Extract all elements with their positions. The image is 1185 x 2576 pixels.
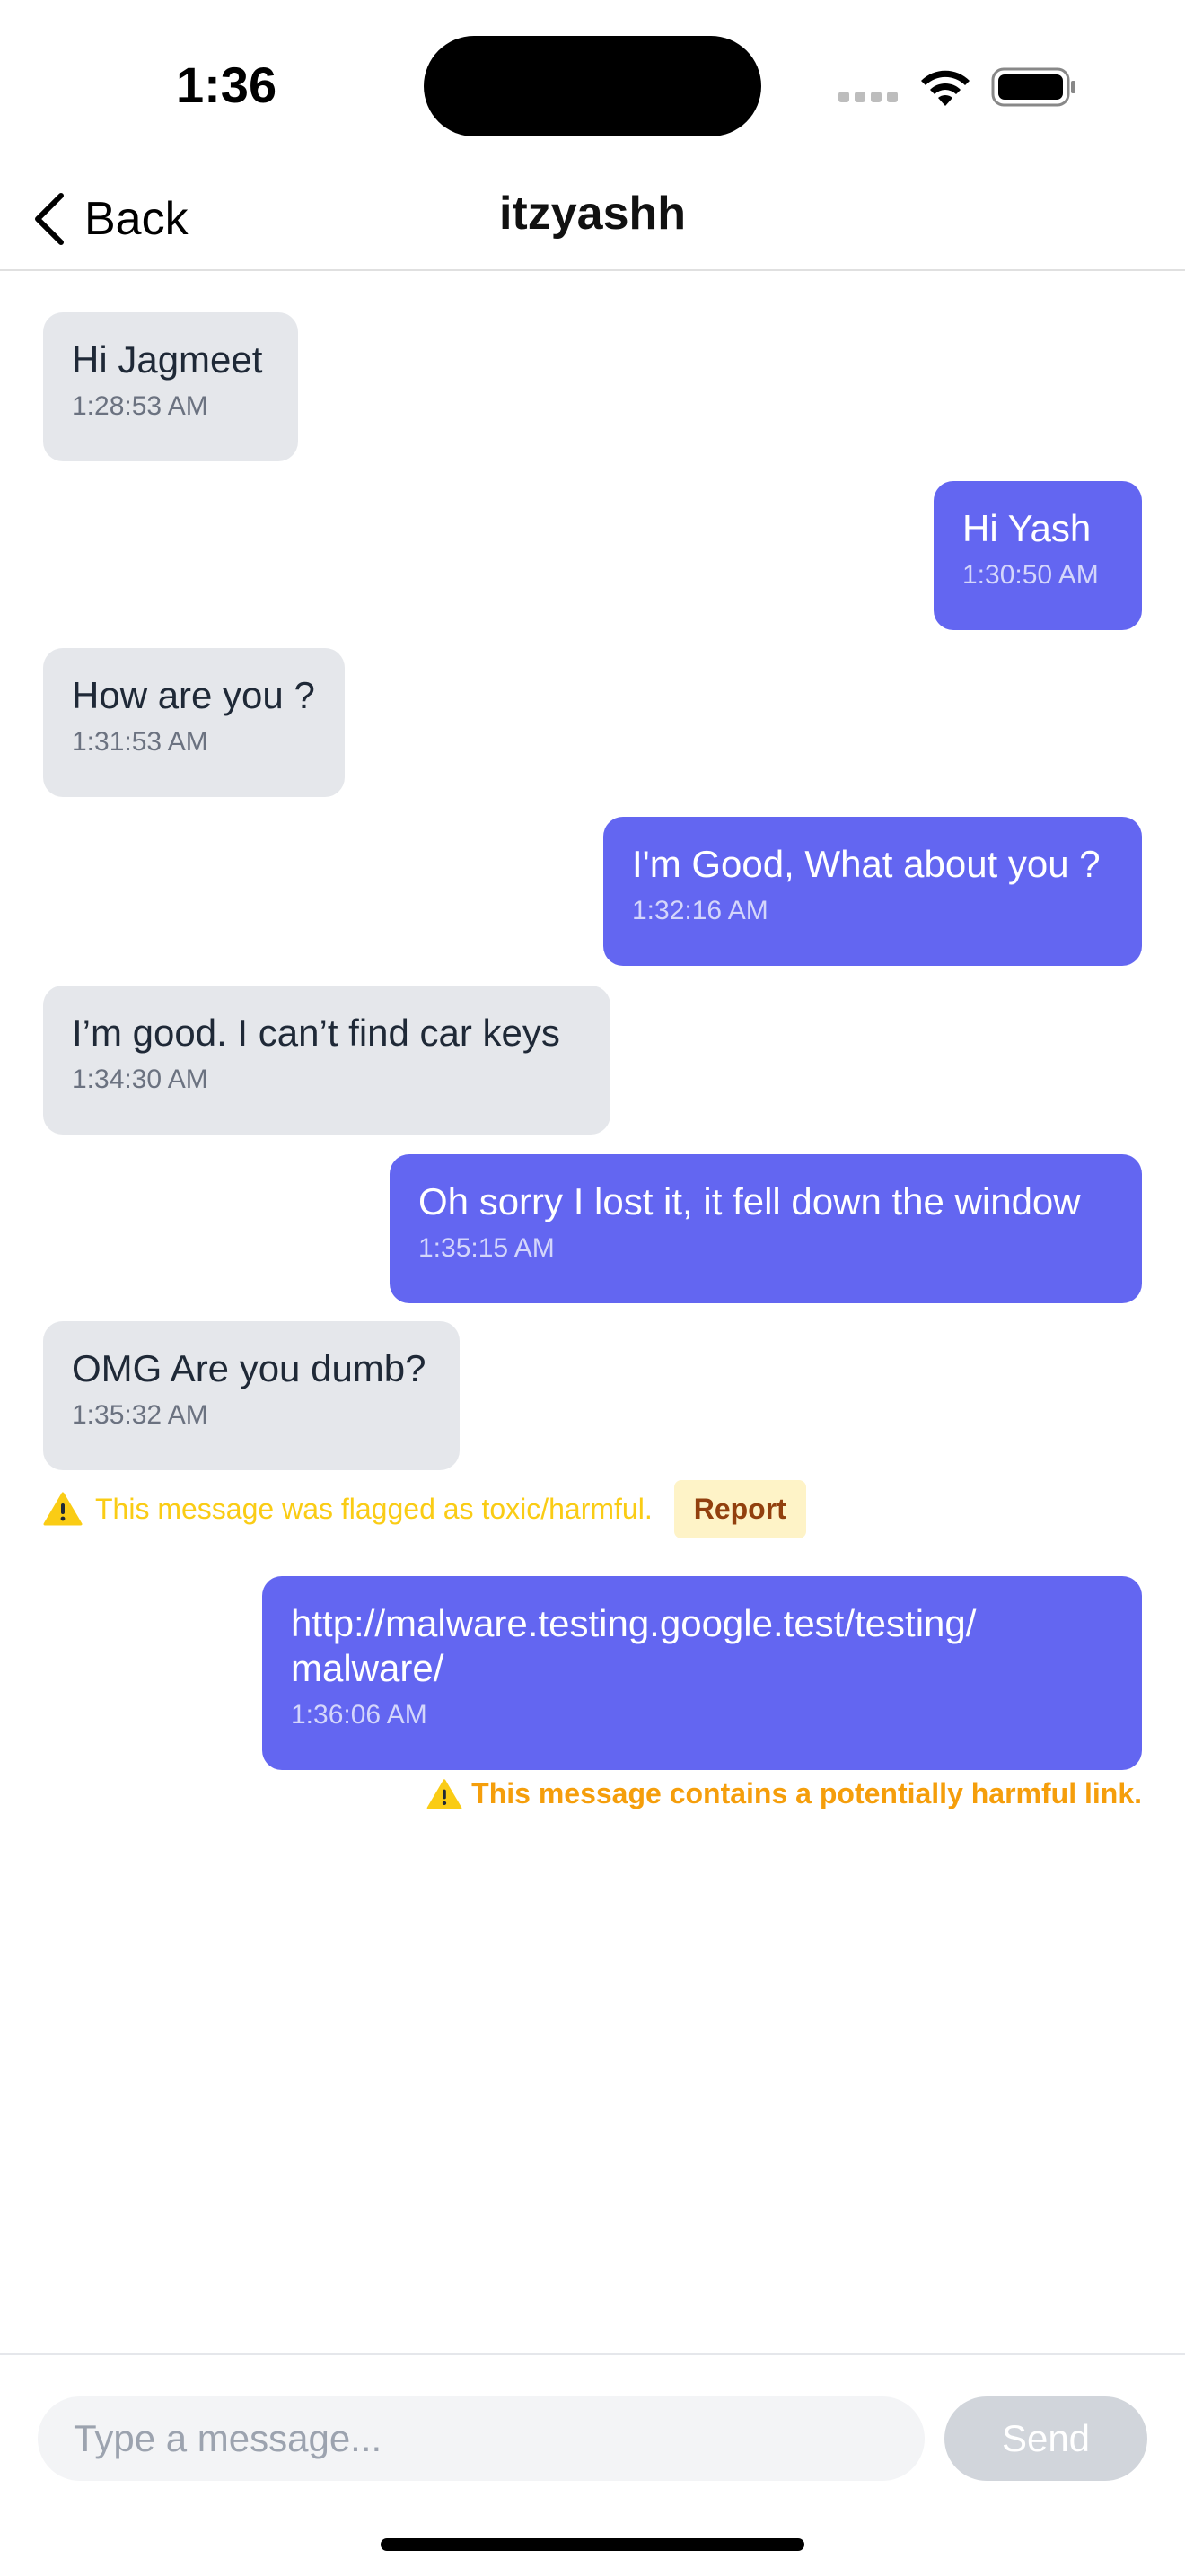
harmful-link-warning-text: This message contains a potentially harm… <box>471 1777 1142 1809</box>
home-indicator[interactable] <box>381 2538 804 2551</box>
toxic-flag-notice: This message was flagged as toxic/harmfu… <box>43 1479 806 1538</box>
message-text: Oh sorry I lost it, it fell down the win… <box>418 1180 1081 1222</box>
message-bubble-incoming[interactable]: How are you ? 1:31:53 AM <box>43 648 345 797</box>
message-text: OMG Are you dumb? <box>72 1347 426 1389</box>
harmful-link-warning: This message contains a potentially harm… <box>426 1777 1142 1810</box>
message-text: Hi Yash <box>962 507 1092 549</box>
wifi-icon <box>921 70 970 106</box>
message-input[interactable] <box>38 2396 925 2481</box>
message-text: I’m good. I can’t find car keys <box>72 1012 560 1054</box>
message-text: Hi Jagmeet <box>72 338 263 381</box>
message-time: 1:35:32 AM <box>72 1400 208 1430</box>
message-time: 1:28:53 AM <box>72 391 208 421</box>
message-bubble-outgoing[interactable]: I'm Good, What about you ? 1:32:16 AM <box>603 817 1142 966</box>
message-time: 1:32:16 AM <box>632 896 768 925</box>
navigation-bar: Back itzyashh <box>0 171 1185 271</box>
message-bubble-outgoing[interactable]: Oh sorry I lost it, it fell down the win… <box>390 1154 1142 1303</box>
toxic-flag-text: This message was flagged as toxic/harmfu… <box>95 1492 653 1525</box>
dynamic-island <box>424 36 761 136</box>
message-bubble-incoming[interactable]: OMG Are you dumb? 1:35:32 AM <box>43 1321 460 1470</box>
message-time: 1:35:15 AM <box>418 1233 555 1263</box>
message-bubble-incoming[interactable]: Hi Jagmeet 1:28:53 AM <box>43 312 298 461</box>
battery-icon <box>991 67 1075 107</box>
message-time: 1:31:53 AM <box>72 727 208 757</box>
message-time: 1:30:50 AM <box>962 560 1099 590</box>
message-text: http://malware.testing.google.test/testi… <box>291 1602 977 1689</box>
warning-icon <box>43 1492 83 1526</box>
message-time: 1:34:30 AM <box>72 1065 208 1094</box>
warning-icon <box>426 1778 462 1809</box>
status-bar: 1:36 <box>0 0 1185 171</box>
message-text: How are you ? <box>72 674 315 716</box>
cellular-signal-icon <box>838 92 900 104</box>
report-button[interactable]: Report <box>673 1479 806 1538</box>
message-bubble-outgoing[interactable]: Hi Yash 1:30:50 AM <box>934 481 1142 630</box>
status-time: 1:36 <box>176 57 277 113</box>
chat-title: itzyashh <box>498 188 687 240</box>
send-button[interactable]: Send <box>944 2396 1147 2481</box>
message-text: I'm Good, What about you ? <box>632 843 1101 885</box>
message-bubble-incoming[interactable]: I’m good. I can’t find car keys 1:34:30 … <box>43 986 610 1135</box>
message-time: 1:36:06 AM <box>291 1700 427 1730</box>
message-bubble-outgoing[interactable]: http://malware.testing.google.test/testi… <box>262 1576 1142 1770</box>
